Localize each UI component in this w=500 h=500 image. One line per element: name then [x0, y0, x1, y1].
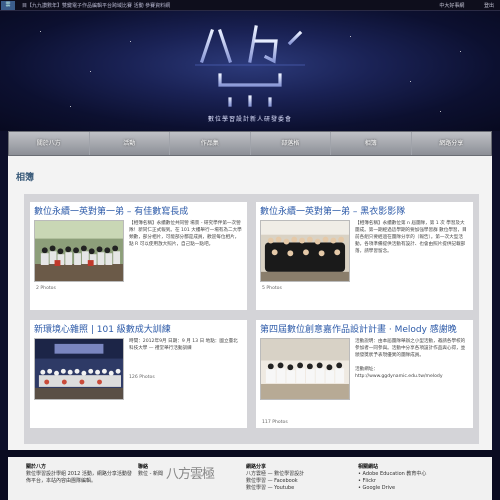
album-description: 【相簿名稱】永續數位第 n 屆團隊，第 1 次 學習及大團成。第一期經過這學期的… [355, 221, 467, 254]
nav-item-works[interactable]: 作品集 [170, 132, 251, 155]
album-card: 數位永續一英對第一弟 – 有佳數寫長成 【相簿名稱】永續數位共同營 場景 - 研… [30, 202, 247, 310]
nav-item-blog[interactable]: 部落格 [251, 132, 331, 155]
footer-panel: 關於八方 數位學習設計學組 2012 活動，網路分享活動發佈平台，本站內容由團隊… [8, 457, 492, 500]
footer-about-heading: 關於八方 [26, 464, 47, 470]
album-title[interactable]: 數位永續一英對第一弟 – 有佳數寫長成 [34, 204, 188, 217]
site-logo[interactable] [190, 23, 310, 108]
top-bar: 雲 目【九九讚數年】雙鍵電子作品編輯平台跨域比賽 活動 參賽資料網 中大好事網 … [0, 0, 500, 11]
footer-share-link[interactable]: 數位學習 — Facebook [246, 478, 346, 485]
footer-share: 網路分享 八方雲極 — 數位學習設計 數位學習 — Facebook 數位學習 … [246, 464, 346, 492]
footer-share-link[interactable]: 八方雲極 — 數位學習設計 [246, 471, 346, 478]
footer-related: 相關網站 • Adobe Education 教育中心 • Flickr • G… [358, 464, 458, 492]
site-subtitle: 數位學習設計新人研發委會 [207, 116, 292, 123]
footer-related-link[interactable]: • Google Drive [358, 485, 458, 492]
page-title: 相簿 [16, 173, 35, 183]
album-gallery: 數位永續一英對第一弟 – 有佳數寫長成 【相簿名稱】永續數位共同營 場景 - 研… [24, 194, 479, 444]
album-photo-count: 5 Photos [262, 286, 282, 291]
top-link-logout[interactable]: 登出 [484, 3, 494, 9]
album-photo-count: 117 Photos [262, 420, 288, 425]
footer-share-link[interactable]: 數位學習 — Youtube [246, 485, 346, 492]
site-footer: 關於八方 數位學習設計學組 2012 活動，網路分享活動發佈平台，本站內容由團隊… [0, 450, 500, 500]
album-cover[interactable] [260, 338, 350, 400]
album-photo-count: 126 Photos [129, 375, 155, 380]
top-link-home[interactable]: 中大好事網 [439, 3, 464, 9]
footer-related-link[interactable]: • Flickr [358, 478, 458, 485]
main-nav: 關於八方 活動 作品集 部落格 相簿 網路分享 [8, 131, 492, 156]
album-description: 【相簿名稱】永續數位共同營 場景 - 研究學伴第一次營隊！新同仁正式報到。在 1… [129, 221, 242, 247]
footer-about-text: 數位學習設計學組 2012 活動，網路分享活動發佈平台，本站內容由團隊編輯。 [26, 471, 132, 484]
footer-about: 關於八方 數位學習設計學組 2012 活動，網路分享活動發佈平台，本站內容由團隊… [26, 464, 136, 485]
album-cover[interactable] [260, 220, 350, 282]
album-description: 活動說明：由本屆團隊舉辦之小型活動，邀請各學校的參加者一同參與。活動中分享各項設… [355, 339, 466, 379]
album-cover[interactable] [34, 220, 124, 282]
site-icon[interactable]: 雲 [1, 1, 15, 10]
main-content: 相簿 數位永續一英對第一弟 – 有佳數寫長成 【相簿名稱】永續數位共同營 場景 … [8, 156, 492, 450]
album-description: 時間：2012年9月 日期：9 月 13 日 地點：國立臺北科技大學 — 禮堂舉… [129, 339, 238, 351]
album-cover[interactable] [34, 338, 124, 400]
album-card: 數位永續一英對第一弟 – 黑衣影影隊 【相簿名稱】永續數位第 n 屆團隊，第 1… [256, 202, 473, 310]
footer-logo[interactable]: 八方雲極 [166, 463, 215, 482]
footer-related-heading: 相關網站 [358, 464, 379, 470]
footer-share-heading: 網路分享 [246, 464, 267, 470]
nav-item-albums[interactable]: 相簿 [331, 132, 412, 155]
album-title[interactable]: 數位永續一英對第一弟 – 黑衣影影隊 [260, 204, 405, 217]
top-links: 中大好事網 登出 [421, 2, 494, 9]
album-title[interactable]: 第四屆數位創意嘉作品設計計畫 · Melody 感謝晚 [260, 322, 457, 335]
album-card: 第四屆數位創意嘉作品設計計畫 · Melody 感謝晚 活動說明：由本屆團隊舉辦… [256, 320, 473, 428]
album-title[interactable]: 新環境心雜照 | 101 級數成大訓練 [34, 322, 171, 335]
announcement-marquee[interactable]: 目【九九讚數年】雙鍵電子作品編輯平台跨域比賽 活動 參賽資料網 [22, 2, 170, 9]
album-photo-count: 2 Photos [36, 286, 56, 291]
nav-item-share[interactable]: 網路分享 [412, 132, 492, 155]
site-banner: 數位學習設計新人研發委會 [0, 11, 500, 131]
footer-related-link[interactable]: • Adobe Education 教育中心 [358, 471, 458, 478]
album-card: 新環境心雜照 | 101 級數成大訓練 時間：2012年9月 日期：9 月 13… [30, 320, 247, 428]
nav-item-events[interactable]: 活動 [90, 132, 170, 155]
nav-item-about[interactable]: 關於八方 [9, 132, 90, 155]
